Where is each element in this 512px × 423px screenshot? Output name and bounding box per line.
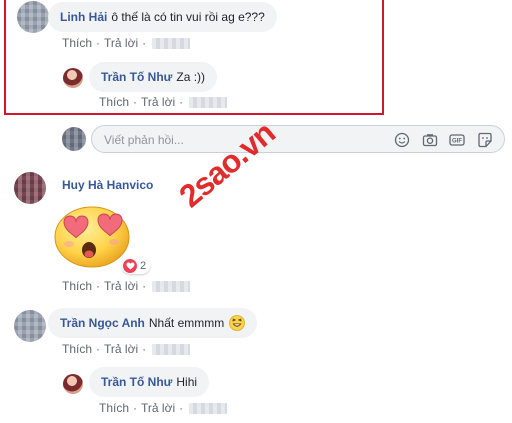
reply-author[interactable]: Trần Tố Như [101, 70, 172, 84]
camera-icon[interactable] [422, 132, 438, 148]
reply-link[interactable]: Trả lời [141, 95, 175, 109]
svg-text:GIF: GIF [452, 139, 462, 145]
comment-author[interactable]: Linh Hải [60, 10, 107, 24]
avatar[interactable] [14, 310, 46, 342]
love-reaction-icon [123, 259, 137, 273]
separator: · [179, 401, 184, 415]
timestamp-redacted [152, 280, 191, 292]
comment-author[interactable]: Huy Hà Hanvico [62, 178, 153, 192]
reply-link[interactable]: Trả lời [104, 279, 138, 293]
separator: · [142, 279, 147, 293]
separator: · [96, 279, 101, 293]
reply-text: Hihi [176, 375, 198, 389]
timestamp-redacted [152, 343, 191, 355]
comment-actions: Thích · Trả lời · [62, 279, 191, 293]
comment-actions: Thích · Trả lời · [62, 36, 191, 50]
comment-text: ô thế là có tin vui rồi ag e??? [111, 10, 265, 24]
sticker-icon[interactable] [477, 132, 493, 148]
separator: · [142, 36, 147, 50]
reply-actions: Thích · Trả lời · [99, 95, 228, 109]
avatar[interactable] [17, 1, 49, 33]
reply-box[interactable]: GIF [91, 125, 505, 153]
laughing-emoji-icon [229, 315, 246, 331]
separator: · [179, 95, 184, 109]
current-user-avatar [62, 127, 86, 151]
like-link[interactable]: Thích [62, 342, 92, 356]
comment-bubble: Trần Ngọc Anh Nhất emmmm [48, 308, 258, 338]
separator: · [96, 36, 101, 50]
heart-eyes-sticker [54, 206, 130, 268]
reaction-count[interactable]: 2 [122, 258, 151, 274]
timestamp-redacted [189, 402, 228, 414]
comment-author[interactable]: Trần Ngọc Anh [60, 316, 145, 330]
avatar[interactable] [14, 172, 46, 204]
gif-icon[interactable]: GIF [449, 132, 465, 148]
emoji-icon[interactable] [394, 132, 410, 148]
reply-bubble: Trần Tố Như Za :)) [89, 62, 218, 92]
separator: · [96, 342, 101, 356]
reply-author[interactable]: Trần Tố Như [101, 375, 172, 389]
comment-actions: Thích · Trả lời · [62, 342, 191, 356]
separator: · [142, 342, 147, 356]
reply-text: Za :)) [176, 70, 206, 84]
avatar[interactable] [63, 68, 83, 88]
reply-link[interactable]: Trả lời [141, 401, 175, 415]
separator: · [133, 401, 138, 415]
separator: · [133, 95, 138, 109]
timestamp-redacted [152, 37, 191, 49]
like-link[interactable]: Thích [99, 95, 129, 109]
comment-bubble: Linh Hải ô thế là có tin vui rồi ag e??? [48, 2, 277, 32]
like-link[interactable]: Thích [62, 279, 92, 293]
reply-actions: Thích · Trả lời · [99, 401, 228, 415]
reply-link[interactable]: Trả lời [104, 36, 138, 50]
reaction-count-value: 2 [140, 260, 147, 272]
like-link[interactable]: Thích [62, 36, 92, 50]
reply-bubble: Trần Tố Như Hihi [89, 367, 210, 397]
timestamp-redacted [189, 96, 228, 108]
reply-link[interactable]: Trả lời [104, 342, 138, 356]
avatar[interactable] [63, 374, 83, 394]
like-link[interactable]: Thích [99, 401, 129, 415]
comment-text: Nhất emmmm [148, 316, 225, 330]
